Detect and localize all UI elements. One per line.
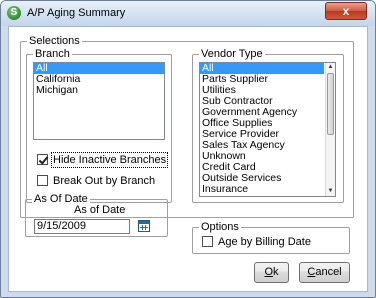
selections-group: Selections Branch All California Michiga… bbox=[20, 35, 354, 218]
break-out-by-branch-label[interactable]: Break Out by Branch bbox=[53, 175, 155, 187]
vendor-type-scrollbar[interactable]: ▲ ▼ bbox=[325, 63, 335, 196]
vendor-type-item-insurance[interactable]: Insurance bbox=[200, 184, 335, 195]
branch-legend: Branch bbox=[33, 48, 72, 60]
scroll-thumb[interactable] bbox=[327, 73, 334, 135]
age-by-billing-date-checkbox[interactable]: Age by Billing Date bbox=[202, 236, 311, 249]
age-by-billing-date-check-icon[interactable] bbox=[202, 236, 213, 247]
hide-inactive-branches-check-icon[interactable] bbox=[37, 154, 48, 165]
ok-label: k bbox=[273, 266, 279, 278]
app-icon: S bbox=[7, 6, 21, 20]
title-bar[interactable]: S A/P Aging Summary x bbox=[1, 1, 375, 26]
scroll-down-icon[interactable]: ▼ bbox=[326, 187, 335, 196]
selections-legend: Selections bbox=[27, 35, 82, 47]
branch-item-michigan[interactable]: Michigan bbox=[34, 85, 164, 96]
close-icon: x bbox=[342, 4, 350, 18]
vendor-type-listbox[interactable]: All Parts Supplier Utilities Sub Contrac… bbox=[199, 62, 336, 197]
ok-mnemonic: O bbox=[264, 266, 274, 278]
vendor-type-legend: Vendor Type bbox=[199, 48, 265, 60]
branch-listbox[interactable]: All California Michigan bbox=[33, 62, 165, 140]
as-of-date-group: As Of Date As of Date 9/15/2009 bbox=[25, 193, 168, 237]
branch-group: Branch All California Michigan Hide Inac… bbox=[26, 48, 172, 203]
close-button[interactable]: x bbox=[325, 2, 367, 20]
cancel-button[interactable]: Cancel bbox=[299, 262, 350, 283]
hide-inactive-branches-checkbox[interactable]: Hide Inactive Branches bbox=[37, 152, 169, 168]
options-legend: Options bbox=[199, 221, 241, 233]
scroll-up-icon[interactable]: ▲ bbox=[326, 63, 335, 72]
ap-aging-summary-window: S A/P Aging Summary x Selections Branch … bbox=[0, 0, 376, 298]
age-by-billing-date-label[interactable]: Age by Billing Date bbox=[218, 236, 311, 248]
vendor-type-group: Vendor Type All Parts Supplier Utilities… bbox=[192, 48, 344, 203]
hide-inactive-branches-label[interactable]: Hide Inactive Branches bbox=[50, 152, 169, 168]
calendar-icon[interactable] bbox=[138, 220, 150, 232]
as-of-date-input[interactable]: 9/15/2009 bbox=[34, 219, 130, 234]
dialog-body: Selections Branch All California Michiga… bbox=[8, 26, 368, 292]
ok-button[interactable]: Ok bbox=[254, 262, 289, 283]
cancel-label: ancel bbox=[315, 266, 342, 278]
break-out-by-branch-checkbox[interactable]: Break Out by Branch bbox=[37, 175, 155, 188]
break-out-by-branch-check-icon[interactable] bbox=[37, 175, 48, 186]
options-group: Options Age by Billing Date bbox=[192, 221, 350, 254]
window-title: A/P Aging Summary bbox=[27, 7, 126, 19]
as-of-date-label: As of Date bbox=[74, 204, 126, 216]
